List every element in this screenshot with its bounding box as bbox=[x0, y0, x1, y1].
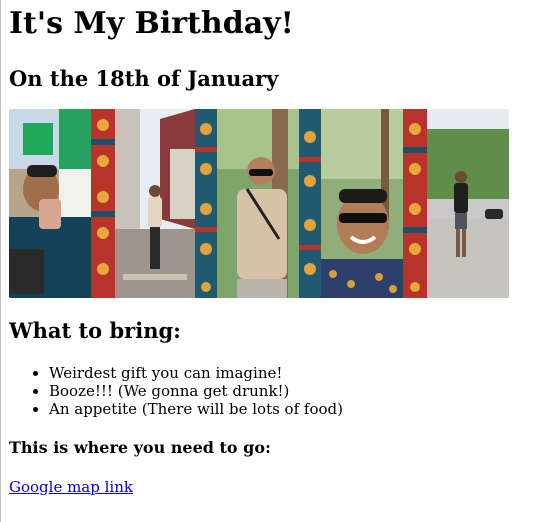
page-title: It's My Birthday! bbox=[9, 6, 294, 41]
what-to-bring-heading: What to bring: bbox=[9, 318, 181, 343]
list-item: Weirdest gift you can imagine! bbox=[49, 364, 343, 382]
pattern-strip-4 bbox=[403, 109, 427, 298]
what-to-bring-list: Weirdest gift you can imagine! Booze!!! … bbox=[9, 364, 343, 418]
list-item: Booze!!! (We gonna get drunk!) bbox=[49, 382, 343, 400]
photo-panel-smiling-closeup bbox=[321, 109, 403, 298]
page-left-border bbox=[0, 0, 1, 522]
list-item: An appetite (There will be lots of food) bbox=[49, 400, 343, 418]
pattern-strip-1 bbox=[91, 109, 115, 298]
pattern-strip-2 bbox=[195, 109, 217, 298]
photo-panel-selfie-money bbox=[9, 109, 91, 298]
location-heading: This is where you need to go: bbox=[9, 438, 271, 457]
pattern-strip-3 bbox=[299, 109, 321, 298]
page-subtitle: On the 18th of January bbox=[9, 66, 279, 91]
page-content: It's My Birthday! On the 18th of January bbox=[9, 0, 529, 496]
photo-panel-sunglasses-bag bbox=[217, 109, 299, 298]
photo-panel-temple-walk bbox=[115, 109, 195, 298]
google-map-link[interactable]: Google map link bbox=[9, 478, 133, 496]
photo-panel-sidewalk bbox=[427, 109, 509, 298]
birthday-photo-collage bbox=[9, 109, 509, 298]
